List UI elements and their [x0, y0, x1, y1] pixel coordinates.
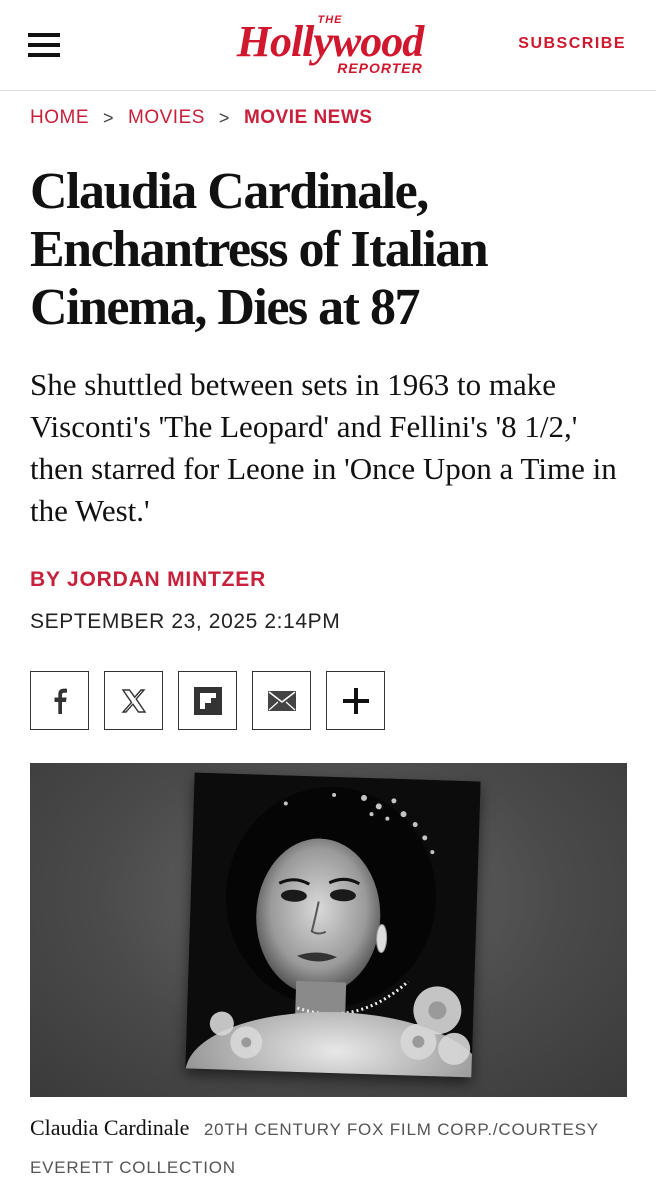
email-share-button[interactable]: [252, 671, 311, 730]
article-dek: She shuttled between sets in 1963 to mak…: [30, 367, 617, 528]
menu-icon[interactable]: [28, 33, 60, 57]
breadcrumb-separator: >: [103, 107, 115, 128]
share-bar: [30, 671, 385, 730]
article-title: Claudia Cardinale, Enchantress of Italia…: [30, 163, 489, 336]
breadcrumb: HOME > MOVIES > MOVIE NEWS: [30, 106, 372, 130]
x-share-button[interactable]: [104, 671, 163, 730]
breadcrumb-movies[interactable]: MOVIES: [128, 107, 205, 129]
x-icon: [120, 688, 146, 713]
breadcrumb-home[interactable]: HOME: [30, 107, 89, 129]
article-hero-image[interactable]: [30, 763, 627, 1097]
portrait-illustration: [185, 772, 481, 1078]
breadcrumb-movie-news[interactable]: MOVIE NEWS: [244, 107, 373, 129]
more-share-button[interactable]: [326, 671, 385, 730]
site-header: THE Hollywood REPORTER SUBSCRIBE: [0, 0, 656, 91]
logo-reporter: REPORTER: [337, 60, 423, 76]
plus-icon: [342, 687, 369, 714]
image-caption: Claudia Cardinale 20TH CENTURY FOX FILM …: [30, 1112, 630, 1188]
facebook-icon: [54, 688, 67, 714]
portrait-photo: [185, 772, 481, 1078]
logo-main: Hollywood: [236, 17, 425, 66]
article-byline[interactable]: BY JORDAN MINTZER: [30, 568, 266, 592]
facebook-share-button[interactable]: [30, 671, 89, 730]
breadcrumb-separator: >: [218, 107, 230, 128]
flipboard-share-button[interactable]: [178, 671, 237, 730]
flipboard-icon: [193, 686, 222, 715]
email-icon: [267, 690, 296, 711]
site-logo[interactable]: THE Hollywood REPORTER: [210, 10, 450, 80]
subscribe-button[interactable]: SUBSCRIBE: [518, 35, 626, 53]
caption-name: Claudia Cardinale: [30, 1115, 190, 1140]
article-date: SEPTEMBER 23, 2025 2:14PM: [30, 610, 341, 633]
